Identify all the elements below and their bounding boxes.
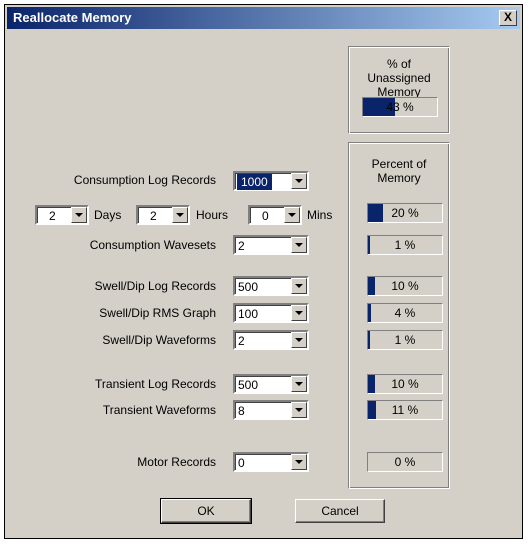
mins-label: Mins [307, 208, 333, 222]
mins-select[interactable]: 0 [248, 205, 302, 225]
transient-log-records-value: 500 [238, 378, 259, 392]
percent-text: 10 % [391, 377, 419, 391]
transient-waveforms-label: Transient Waveforms [102, 403, 216, 417]
consumption-log-records-percent-bar: 20 % [367, 203, 443, 223]
chevron-down-icon[interactable] [291, 237, 307, 253]
swell-dip-waveforms-select[interactable]: 2 [233, 330, 309, 350]
unassigned-memory-text: 43 % [386, 100, 414, 114]
consumption-log-records-label: Consumption Log Records [73, 173, 216, 187]
reallocate-memory-dialog: Reallocate Memory X % of Unassigned Memo… [4, 4, 523, 539]
title-bar[interactable]: Reallocate Memory X [7, 7, 520, 29]
chevron-down-icon[interactable] [172, 207, 188, 223]
hours-value: 2 [150, 209, 157, 223]
percent-text: 1 % [394, 238, 416, 252]
chevron-down-icon[interactable] [291, 454, 307, 470]
days-value: 2 [49, 209, 56, 223]
dialog-title: Reallocate Memory [13, 10, 132, 25]
swell-dip-log-records-select[interactable]: 500 [233, 276, 309, 296]
chevron-down-icon[interactable] [71, 207, 87, 223]
swell-dip-log-records-label: Swell/Dip Log Records [94, 279, 216, 293]
unassigned-memory-group: % of Unassigned Memory 43 % [348, 46, 450, 134]
percent-text: 4 % [394, 306, 416, 320]
unassigned-memory-bar: 43 % [362, 97, 438, 117]
days-select[interactable]: 2 [35, 205, 89, 225]
chevron-down-icon[interactable] [291, 402, 307, 418]
percent-text: 20 % [391, 206, 419, 220]
swell-dip-rms-graph-percent-bar: 4 % [367, 303, 443, 323]
consumption-wavesets-select[interactable]: 2 [233, 235, 309, 255]
swell-dip-waveforms-label: Swell/Dip Waveforms [102, 333, 216, 347]
motor-records-select[interactable]: 0 [233, 452, 309, 472]
percent-text: 10 % [391, 279, 419, 293]
hours-label: Hours [196, 208, 229, 222]
swell-dip-waveforms-value: 2 [238, 334, 245, 348]
transient-log-records-label: Transient Log Records [95, 377, 216, 391]
percent-of-memory-title: Percent of Memory [371, 157, 427, 185]
transient-log-records-select[interactable]: 500 [233, 374, 309, 394]
close-button[interactable]: X [499, 10, 517, 26]
unassigned-memory-title: % of Unassigned Memory [367, 57, 431, 99]
ok-button[interactable]: OK [160, 498, 252, 524]
chevron-down-icon[interactable] [291, 376, 307, 392]
percent-text: 11 % [391, 403, 419, 417]
swell-dip-waveforms-percent-bar: 1 % [367, 330, 443, 350]
consumption-log-records-select[interactable]: 1000 [233, 171, 309, 191]
consumption-wavesets-percent-bar: 1 % [367, 235, 443, 255]
swell-dip-rms-graph-value: 100 [238, 307, 259, 321]
percent-text: 1 % [394, 333, 416, 347]
motor-records-value: 0 [238, 456, 245, 470]
transient-log-records-percent-bar: 10 % [367, 374, 443, 394]
chevron-down-icon[interactable] [291, 332, 307, 348]
swell-dip-rms-graph-select[interactable]: 100 [233, 303, 309, 323]
motor-records-percent-bar: 0 % [367, 452, 443, 472]
consumption-log-records-value: 1000 [237, 174, 272, 190]
transient-waveforms-percent-bar: 11 % [367, 400, 443, 420]
percent-text: 0 % [394, 455, 416, 469]
swell-dip-rms-graph-label: Swell/Dip RMS Graph [99, 306, 216, 320]
mins-value: 0 [262, 209, 269, 223]
chevron-down-icon[interactable] [291, 173, 307, 189]
chevron-down-icon[interactable] [284, 207, 300, 223]
chevron-down-icon[interactable] [291, 278, 307, 294]
motor-records-label: Motor Records [137, 455, 216, 469]
swell-dip-log-records-value: 500 [238, 280, 259, 294]
chevron-down-icon[interactable] [291, 305, 307, 321]
transient-waveforms-value: 8 [238, 404, 245, 418]
days-label: Days [94, 208, 122, 222]
swell-dip-log-records-percent-bar: 10 % [367, 276, 443, 296]
consumption-wavesets-label: Consumption Wavesets [89, 238, 216, 252]
cancel-button[interactable]: Cancel [295, 499, 385, 523]
transient-waveforms-select[interactable]: 8 [233, 400, 309, 420]
consumption-wavesets-value: 2 [238, 239, 245, 253]
hours-select[interactable]: 2 [136, 205, 190, 225]
